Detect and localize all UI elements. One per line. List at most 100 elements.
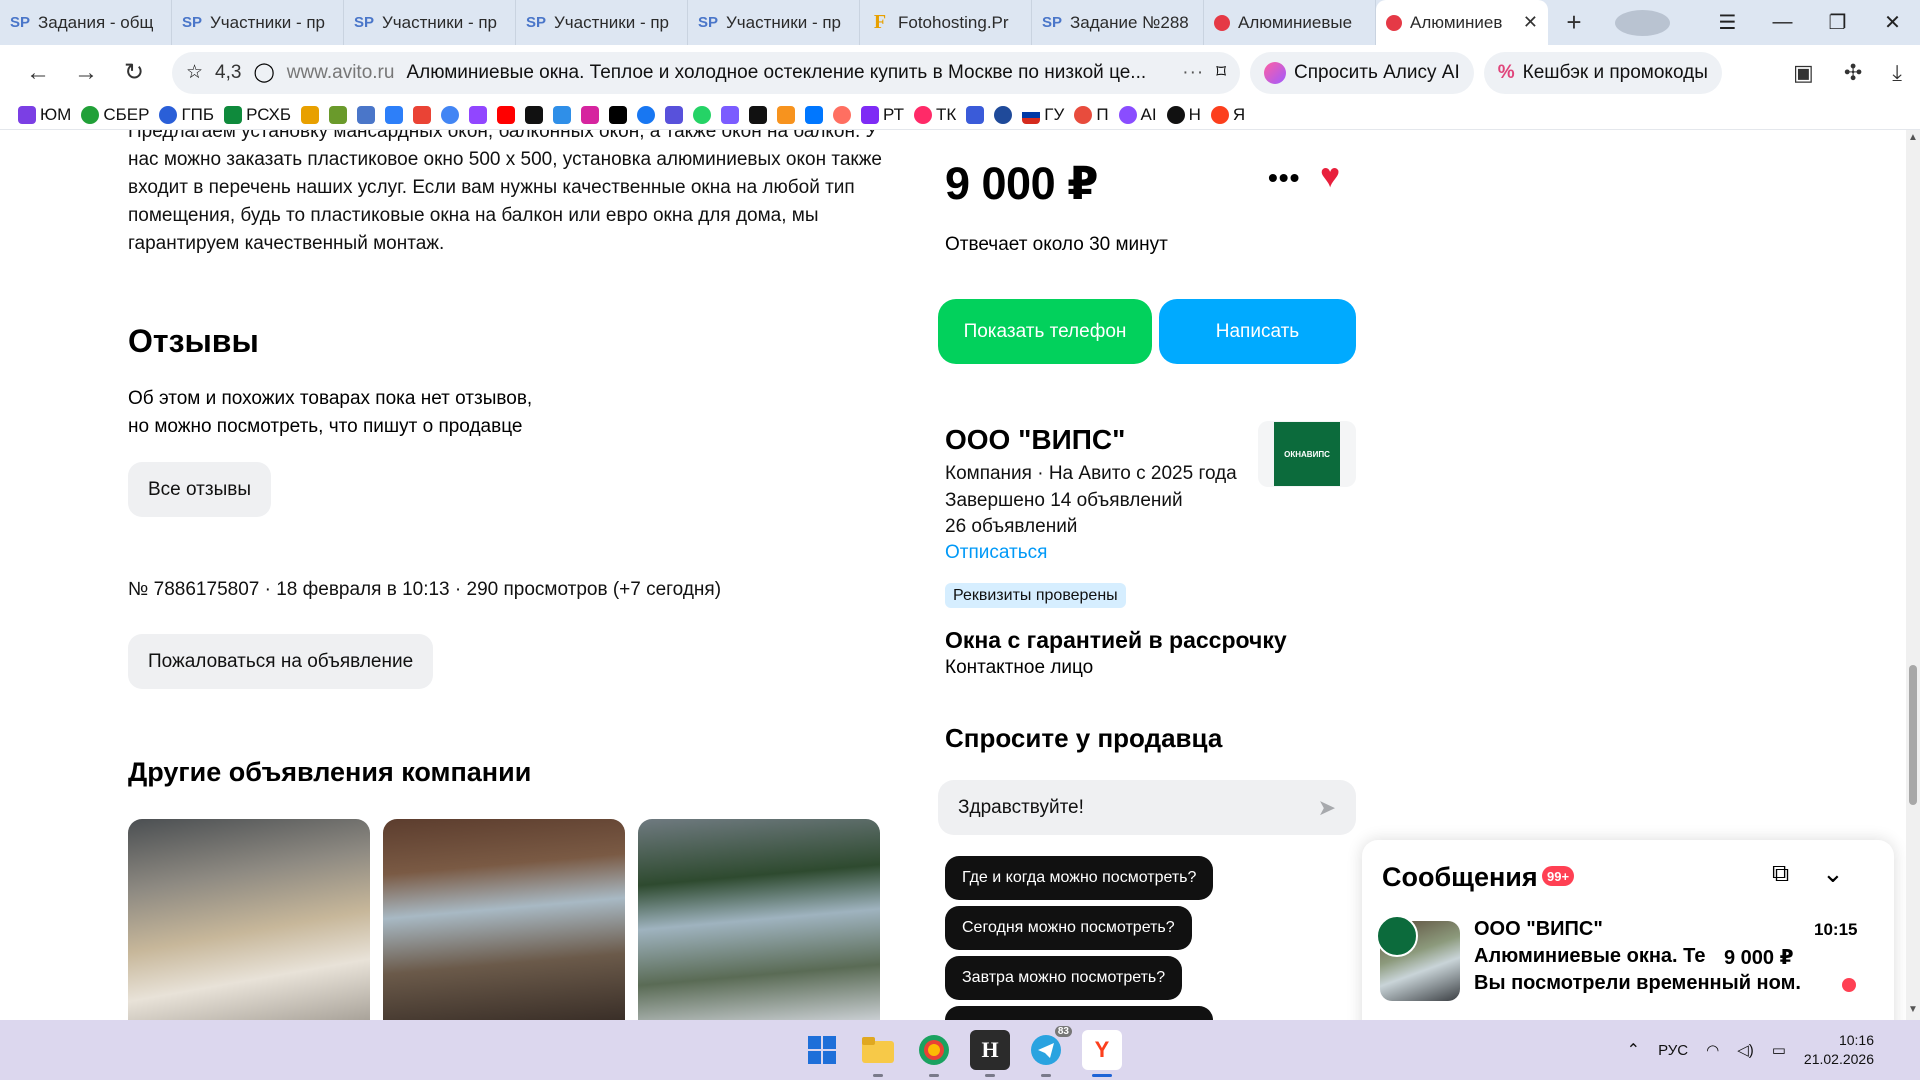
- quick-question-chip[interactable]: Сегодня можно посмотреть?: [945, 906, 1192, 950]
- new-tab-button[interactable]: +: [1554, 3, 1594, 43]
- favorite-heart-icon[interactable]: ♥: [1320, 157, 1340, 196]
- start-icon[interactable]: [802, 1030, 842, 1070]
- seller-logo[interactable]: ОКНАВИПС: [1258, 421, 1356, 487]
- bookmark-item[interactable]: [833, 105, 852, 124]
- bookmark-item[interactable]: РТ: [861, 105, 904, 125]
- browser-tab[interactable]: SP Участники - пр: [344, 0, 516, 45]
- language-indicator[interactable]: РУС: [1658, 1042, 1688, 1059]
- listing-thumbnail[interactable]: [128, 819, 370, 1020]
- forward-icon[interactable]: →: [62, 59, 110, 87]
- bookmark-item[interactable]: [721, 105, 740, 124]
- menu-icon[interactable]: ☰: [1700, 10, 1755, 35]
- cashback-button[interactable]: % Кешбэк и промокоды: [1483, 51, 1722, 94]
- url-field[interactable]: ☆ 4,3 ◯ www.avito.ru Алюминиевые окна. Т…: [172, 51, 1240, 94]
- bookmark-item[interactable]: [749, 105, 768, 124]
- bookmark-item[interactable]: [553, 105, 572, 124]
- bookmark-item[interactable]: ГПБ: [159, 105, 214, 125]
- bookmark-item[interactable]: Я: [1210, 105, 1245, 125]
- bookmark-item[interactable]: [609, 105, 628, 124]
- edge-icon[interactable]: [914, 1030, 954, 1077]
- restore-icon[interactable]: ❐: [1810, 10, 1865, 35]
- scroll-thumb[interactable]: [1909, 665, 1917, 805]
- scroll-up-icon[interactable]: ▲: [1906, 132, 1920, 143]
- bookmark-item[interactable]: Н: [1166, 105, 1201, 125]
- seller-ads-count[interactable]: 26 объявлений: [945, 516, 1077, 538]
- bookmark-item[interactable]: ГУ: [1022, 105, 1064, 125]
- back-icon[interactable]: ←: [14, 59, 62, 87]
- send-icon[interactable]: ➤: [1318, 795, 1336, 821]
- image-icon[interactable]: ▣: [1793, 60, 1814, 86]
- show-phone-button[interactable]: Показать телефон: [938, 299, 1152, 364]
- scroll-down-icon[interactable]: ▼: [1906, 1004, 1920, 1015]
- bookmark-item[interactable]: [497, 105, 516, 124]
- bookmark-item[interactable]: П: [1074, 105, 1109, 125]
- bookmark-item[interactable]: [441, 105, 460, 124]
- bookmark-item[interactable]: [357, 105, 376, 124]
- chat-thumbnail[interactable]: [1376, 915, 1460, 1001]
- bookmark-item[interactable]: [693, 105, 712, 124]
- report-button[interactable]: Пожаловаться на объявление: [128, 634, 434, 689]
- browser-tab[interactable]: F Fotohosting.Pr: [860, 0, 1032, 45]
- minimize-icon[interactable]: —: [1755, 11, 1810, 34]
- extensions-icon[interactable]: ✣: [1844, 60, 1862, 86]
- bookmark-item[interactable]: [966, 105, 985, 124]
- clock[interactable]: 10:16 21.02.2026: [1804, 1031, 1874, 1069]
- quick-question-chip[interactable]: [945, 1006, 1213, 1020]
- telegram-icon[interactable]: 83: [1026, 1026, 1072, 1077]
- open-external-icon[interactable]: ⧉: [1772, 860, 1789, 888]
- more-icon[interactable]: ···: [1182, 62, 1204, 84]
- bookmark-item[interactable]: [994, 105, 1013, 124]
- bookmark-item[interactable]: ТК: [914, 105, 956, 125]
- bookmark-item[interactable]: [637, 105, 656, 124]
- browser-tab[interactable]: SP Задание №288: [1032, 0, 1204, 45]
- star-icon[interactable]: ☆: [186, 61, 203, 84]
- quick-question-chip[interactable]: Завтра можно посмотреть?: [945, 956, 1183, 1000]
- quick-question-chip[interactable]: Где и когда можно посмотреть?: [945, 856, 1214, 900]
- wifi-icon[interactable]: ◠: [1706, 1041, 1719, 1059]
- shield-icon[interactable]: ◯: [253, 61, 274, 84]
- alice-button[interactable]: Спросить Алису AI: [1250, 51, 1474, 94]
- ask-seller-input[interactable]: Здравствуйте! ➤: [938, 780, 1356, 835]
- bookmark-item[interactable]: AI: [1118, 105, 1157, 125]
- bookmark-item[interactable]: [805, 105, 824, 124]
- bookmark-item[interactable]: [581, 105, 600, 124]
- bookmark-item[interactable]: [385, 105, 404, 124]
- all-reviews-button[interactable]: Все отзывы: [128, 462, 271, 517]
- bookmark-item[interactable]: [301, 105, 320, 124]
- bookmark-item[interactable]: ЮМ: [18, 105, 71, 125]
- unsubscribe-link[interactable]: Отписаться: [945, 542, 1047, 564]
- more-icon[interactable]: •••: [1268, 162, 1300, 194]
- browser-tab-active[interactable]: Алюминиев ✕: [1376, 0, 1548, 45]
- bookmark-item[interactable]: [525, 105, 544, 124]
- tray-chevron-up-icon[interactable]: ⌃: [1627, 1040, 1640, 1060]
- close-tab-icon[interactable]: ✕: [1523, 12, 1538, 33]
- scrollbar[interactable]: ▲ ▼: [1906, 130, 1920, 1020]
- write-button[interactable]: Написать: [1159, 299, 1356, 364]
- profile-icon[interactable]: [1615, 9, 1670, 36]
- browser-tab[interactable]: Алюминиевые: [1204, 0, 1376, 45]
- browser-tab[interactable]: SP Участники - пр: [688, 0, 860, 45]
- bookmark-icon[interactable]: ⌑: [1216, 61, 1226, 84]
- hyperbeast-icon[interactable]: H: [970, 1030, 1010, 1077]
- reload-icon[interactable]: ↻: [110, 58, 158, 87]
- file-explorer-icon[interactable]: [858, 1030, 898, 1077]
- bookmark-item[interactable]: РСХБ: [224, 105, 291, 125]
- listing-thumbnail[interactable]: [383, 819, 625, 1020]
- volume-icon[interactable]: ◁): [1737, 1041, 1754, 1059]
- browser-tab[interactable]: SP Участники - пр: [172, 0, 344, 45]
- seller-name[interactable]: ООО "ВИПС": [945, 424, 1125, 456]
- browser-tab[interactable]: SP Участники - пр: [516, 0, 688, 45]
- bookmark-item[interactable]: [777, 105, 796, 124]
- bookmark-item[interactable]: [665, 105, 684, 124]
- browser-tab[interactable]: SP Задания - общ: [0, 0, 172, 45]
- bookmark-item[interactable]: [413, 105, 432, 124]
- chevron-down-icon[interactable]: ⌄: [1822, 858, 1844, 889]
- battery-icon[interactable]: ▭: [1772, 1041, 1786, 1059]
- close-window-icon[interactable]: ✕: [1865, 10, 1920, 35]
- download-icon[interactable]: ⤓: [1892, 60, 1902, 86]
- bookmark-item[interactable]: [329, 105, 348, 124]
- yandex-browser-icon[interactable]: Y: [1082, 1030, 1122, 1077]
- listing-thumbnail[interactable]: [638, 819, 880, 1020]
- bookmark-item[interactable]: [469, 105, 488, 124]
- bookmark-item[interactable]: СБЕР: [81, 105, 149, 125]
